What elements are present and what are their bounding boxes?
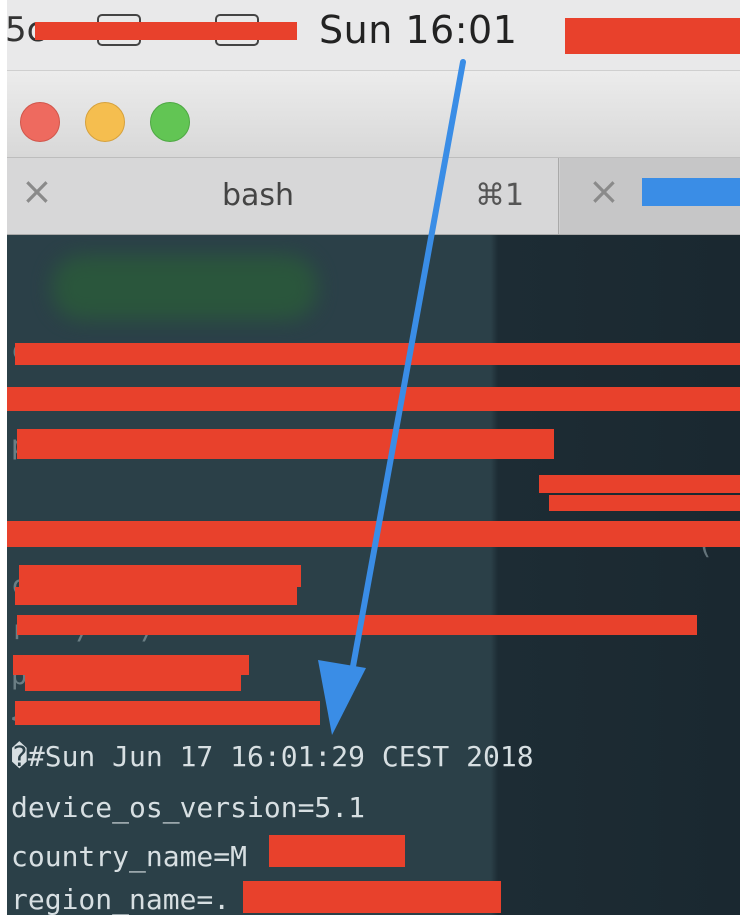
- tab-bar: × bash ⌘1 ×: [7, 158, 740, 235]
- redaction-bar: [7, 387, 740, 411]
- tab-second[interactable]: ×: [560, 158, 740, 234]
- redaction-bar: [13, 655, 249, 675]
- screenshot-frame: 5c Sun 16:01 × bash ⌘1 × c r p ( c r / /…: [7, 0, 740, 915]
- tab-shortcut: ⌘1: [475, 178, 525, 213]
- tab-bash[interactable]: × bash ⌘1: [7, 158, 559, 234]
- menubar: 5c Sun 16:01: [7, 0, 740, 71]
- window-zoom-button[interactable]: [150, 102, 190, 142]
- terminal-line-region: region_name=.: [11, 883, 231, 915]
- terminal-output[interactable]: c r p ( c r / / p < �#Sun Jun 17 16:01:2…: [7, 235, 740, 915]
- terminal-line-os-version: device_os_version=5.1: [11, 791, 366, 824]
- tab-title: bash: [222, 178, 295, 213]
- blurred-region: [52, 255, 317, 320]
- terminal-line-timestamp: �#Sun Jun 17 16:01:29 CEST 2018: [11, 740, 534, 773]
- redaction-bar: [642, 178, 740, 206]
- redaction-bar: [243, 881, 501, 913]
- redaction-bar: [25, 675, 241, 691]
- redaction-bar: [17, 429, 554, 459]
- window-titlebar: [7, 71, 740, 158]
- redaction-bar: [539, 475, 740, 493]
- window-close-button[interactable]: [20, 102, 60, 142]
- redaction-bar: [549, 495, 740, 511]
- redaction-bar: [15, 701, 320, 725]
- redaction-bar: [15, 343, 740, 365]
- redaction-bar: [17, 615, 697, 635]
- menubar-clock[interactable]: Sun 16:01: [319, 8, 517, 52]
- tab-close-icon[interactable]: ×: [21, 172, 53, 210]
- redaction-bar: [7, 521, 740, 547]
- window-minimize-button[interactable]: [85, 102, 125, 142]
- redaction-bar: [15, 587, 297, 605]
- redaction-bar: [269, 835, 405, 867]
- redaction-bar: [19, 565, 301, 587]
- redaction-bar: [565, 18, 740, 54]
- redaction-bar: [35, 22, 297, 40]
- terminal-line-country: country_name=M: [11, 840, 248, 873]
- tab-close-icon[interactable]: ×: [588, 172, 620, 210]
